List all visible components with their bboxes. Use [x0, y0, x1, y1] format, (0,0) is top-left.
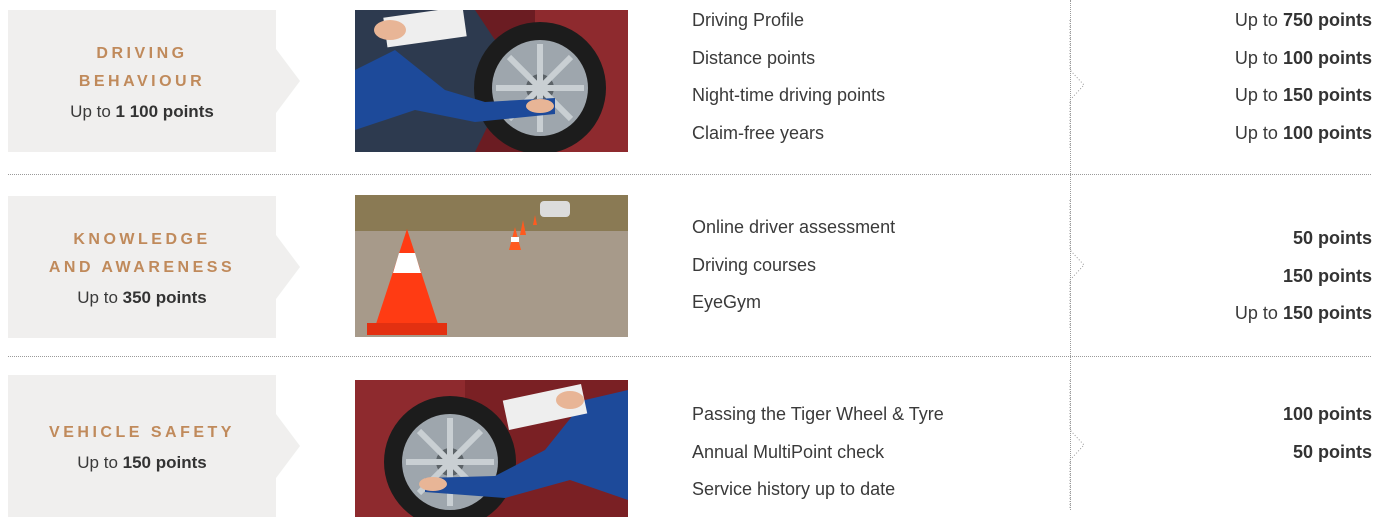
divider	[8, 174, 1371, 175]
list-item: Online driver assessment	[692, 217, 896, 237]
value-item: 100 points	[1282, 404, 1372, 424]
value-item: Up to 100 points	[1234, 122, 1372, 143]
mechanic-wheel-illustration	[355, 380, 628, 517]
photo-mechanic-checking-tyre	[355, 10, 628, 152]
list-item: EyeGym	[692, 292, 762, 312]
values-list: 100 points 50 points	[1072, 396, 1372, 471]
value-item: Up to 150 points	[1234, 85, 1372, 105]
section-knowledge-awareness: KNOWLEDGE AND AWARENESS Up to 350 points…	[0, 186, 1391, 346]
category-title-line1: DRIVING	[96, 45, 188, 62]
items-list: Online driver assessment Driving courses…	[692, 209, 1052, 322]
value-item: Up to 150 points	[1234, 303, 1372, 323]
photo-mechanic-checking-wheel	[355, 380, 628, 517]
section-driving-behaviour: DRIVING BEHAVIOUR Up to 1 100 points Dri…	[0, 0, 1391, 170]
category-panel-vehicle-safety: VEHICLE SAFETY Up to 150 points	[8, 375, 300, 517]
value-item: 50 points	[1292, 441, 1372, 462]
list-item: Annual MultiPoint check	[692, 441, 885, 462]
items-list: Passing the Tiger Wheel & Tyre Annual Mu…	[692, 396, 1052, 509]
value-item: 50 points	[1292, 228, 1372, 248]
category-panel-driving-behaviour: DRIVING BEHAVIOUR Up to 1 100 points	[8, 10, 300, 152]
traffic-cones-illustration	[355, 195, 628, 337]
brace-chevron-icon	[1069, 380, 1085, 510]
list-item: Service history up to date	[692, 479, 896, 499]
value-item: Up to 750 points	[1234, 10, 1372, 30]
list-item: Passing the Tiger Wheel & Tyre	[692, 404, 944, 424]
list-item: Claim-free years	[692, 122, 825, 143]
category-points: Up to 150 points	[77, 453, 207, 472]
category-points: Up to 350 points	[77, 288, 207, 307]
value-item: 150 points	[1282, 265, 1372, 286]
mechanic-tyre-illustration	[355, 10, 628, 152]
brace-chevron-icon	[1069, 20, 1085, 150]
list-item: Distance points	[692, 47, 816, 68]
section-vehicle-safety: VEHICLE SAFETY Up to 150 points Passing	[0, 370, 1391, 517]
list-item: Driving courses	[692, 254, 817, 275]
values-list: 50 points 150 points Up to 150 points	[1072, 220, 1372, 333]
category-title-line1: VEHICLE SAFETY	[49, 424, 235, 441]
values-list: Up to 750 points Up to 100 points Up to …	[1072, 2, 1372, 152]
category-title-line1: KNOWLEDGE	[73, 231, 211, 248]
value-item: Up to 100 points	[1234, 47, 1372, 68]
brace-chevron-icon	[1069, 200, 1085, 330]
list-item: Driving Profile	[692, 10, 805, 30]
category-panel-knowledge-awareness: KNOWLEDGE AND AWARENESS Up to 350 points	[8, 196, 300, 338]
category-title-line2: BEHAVIOUR	[78, 73, 206, 90]
category-points: Up to 1 100 points	[70, 102, 214, 121]
list-item: Night-time driving points	[692, 85, 886, 105]
items-list: Driving Profile Distance points Night-ti…	[692, 2, 1052, 152]
divider	[8, 356, 1371, 357]
category-title-line2: AND AWARENESS	[48, 259, 236, 276]
photo-traffic-cones	[355, 195, 628, 337]
